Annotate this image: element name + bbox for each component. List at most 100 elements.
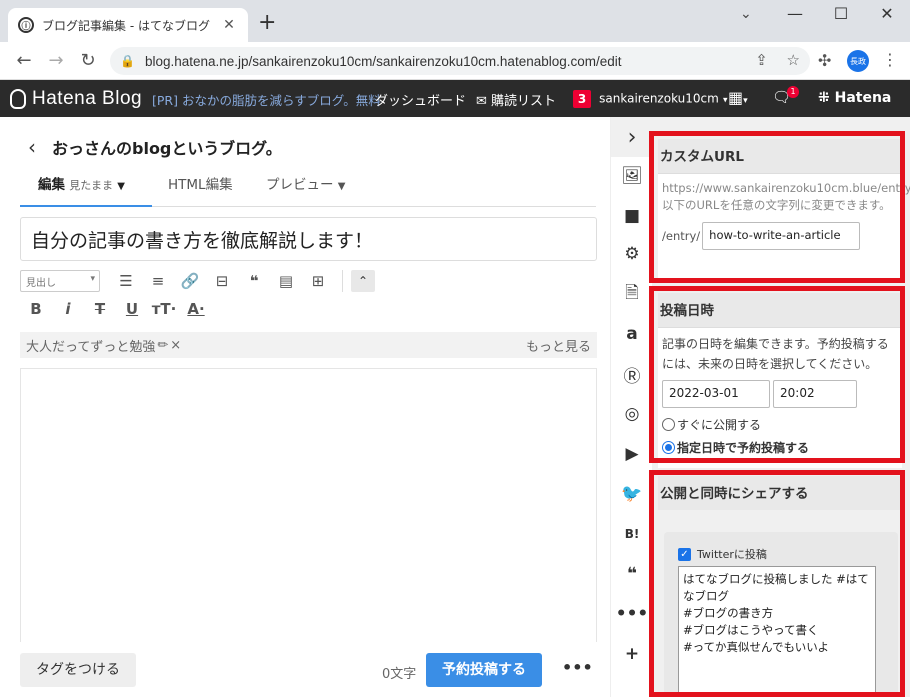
custom-url-input[interactable]: how-to-write-an-article (702, 222, 861, 250)
font-size-icon[interactable]: тT· (148, 300, 180, 318)
hatena-bulb-icon (10, 89, 26, 109)
settings-gear-icon[interactable]: ⚙ (619, 241, 645, 267)
hatena-logo[interactable]: ⁜ Hatena (818, 90, 891, 106)
apps-grid-icon[interactable]: ▦▾ (728, 88, 748, 107)
rakuten-icon[interactable]: Ⓡ (619, 361, 645, 387)
underline-icon[interactable]: U (116, 300, 148, 318)
address-bar-row: ← → ↻ 🔒 blog.hatena.ne.jp/sankairenzoku1… (0, 42, 910, 80)
tab-edit[interactable]: 編集 見たまま ▼ (20, 175, 152, 207)
quote-icon[interactable]: ❝ (238, 272, 270, 290)
back-chevron-icon[interactable]: ‹ (28, 135, 36, 159)
more-options-icon[interactable]: ••• (562, 658, 593, 677)
chevron-down-icon: ▼ (337, 181, 346, 192)
forward-arrow-icon[interactable]: → (40, 50, 72, 71)
twitter-icon[interactable]: 🐦 (619, 481, 645, 507)
radio-publish-now[interactable] (662, 418, 675, 431)
new-tab-button[interactable]: + (258, 12, 276, 34)
settings-panel: カスタムURL https://www.sankairenzoku10cm.bl… (652, 117, 910, 697)
browser-tab-title: ブログ記事編集 - はてなブログ (42, 18, 210, 33)
radio-schedule-post[interactable] (662, 441, 675, 454)
add-tags-button[interactable]: タグをつける (20, 653, 136, 687)
dismiss-icon[interactable]: × (170, 338, 181, 353)
article-body-editor[interactable] (20, 368, 597, 648)
collapse-panel-chevron-icon[interactable]: › (611, 117, 653, 157)
code-block-icon[interactable]: ⊞ (302, 272, 334, 290)
photo-icon[interactable]: 🖼 (619, 163, 645, 189)
amazon-icon[interactable]: a (619, 321, 645, 347)
document-icon[interactable]: 🗎 (619, 281, 645, 307)
back-arrow-icon[interactable]: ← (8, 50, 40, 71)
browser-tab-strip: ⓘ ブログ記事編集 - はてなブログ ✕ + ⌄ — ☐ ✕ (0, 0, 910, 42)
profile-avatar[interactable]: 長政 (847, 50, 869, 72)
reading-list-icon: ✉ (476, 94, 487, 109)
numbered-list-icon[interactable]: ≡ (142, 272, 174, 290)
entry-prefix: /entry/ (662, 229, 701, 243)
publish-now-option[interactable]: すぐに公開する (662, 416, 898, 433)
hatena-bookmark-icon[interactable]: B! (619, 521, 645, 547)
heading-select[interactable]: 見出し (20, 270, 100, 292)
bookmark-star-icon[interactable]: ☆ (787, 51, 800, 69)
italic-icon[interactable]: i (52, 300, 84, 318)
strikethrough-icon[interactable]: T (84, 300, 116, 318)
folder-icon[interactable]: ■ (619, 203, 645, 229)
schedule-post-button[interactable]: 予約投稿する (426, 653, 542, 687)
url-text[interactable]: blog.hatena.ne.jp/sankairenzoku10cm/sank… (145, 54, 622, 69)
share-icon[interactable]: ⇪ (755, 51, 768, 69)
omnibox[interactable]: 🔒 blog.hatena.ne.jp/sankairenzoku10cm/sa… (110, 47, 810, 75)
twitter-share-box: ✓ Twitterに投稿 はてなブログに投稿しました #はてなブログ #ブログの… (664, 532, 898, 697)
format-toolbar-row-2: B i T U тT· A· (20, 296, 212, 322)
hatena-blog-logo[interactable]: Hatena Blog (10, 88, 142, 110)
custom-url-section: カスタムURL https://www.sankairenzoku10cm.bl… (658, 139, 910, 279)
post-time-input[interactable]: 20:02 (773, 380, 857, 408)
text-color-icon[interactable]: A· (180, 300, 212, 318)
quote-embed-icon[interactable]: ❝ (619, 561, 645, 587)
twitter-checkbox[interactable]: ✓ (678, 547, 691, 561)
minimize-button[interactable]: — (772, 4, 818, 23)
notification-badge: 1 (787, 86, 800, 98)
schedule-post-option[interactable]: 指定日時で予約投稿する (662, 439, 898, 456)
maximize-button[interactable]: ☐ (818, 4, 864, 23)
extensions-puzzle-icon[interactable]: ✣ (818, 51, 831, 70)
chevron-down-icon: ▼ (117, 181, 125, 192)
collapse-toolbar-icon[interactable]: ⌃ (351, 270, 375, 292)
close-window-button[interactable]: ✕ (864, 4, 910, 23)
more-suggestions-link[interactable]: もっと見る (526, 336, 591, 355)
share-section: 公開と同時にシェアする ✓ Twitterに投稿 はてなブログに投稿しました #… (658, 476, 902, 697)
lock-icon[interactable]: 🔒 (120, 54, 135, 68)
table-icon[interactable]: ▤ (270, 272, 302, 290)
tweet-text-area[interactable]: はてなブログに投稿しました #はてなブログ #ブログの書き方 #ブログはこうやっ… (678, 566, 876, 697)
add-tool-icon[interactable]: + (619, 641, 645, 667)
chrome-menu-icon[interactable]: ⋮ (882, 50, 898, 69)
tab-preview[interactable]: プレビュー ▼ (266, 175, 346, 207)
instagram-icon[interactable]: ◎ (619, 401, 645, 427)
bold-icon[interactable]: B (20, 300, 52, 318)
post-date-input[interactable]: 2022-03-01 (662, 380, 770, 408)
more-break-icon[interactable]: ⊟ (206, 272, 238, 290)
twitter-checkbox-row[interactable]: ✓ Twitterに投稿 (678, 546, 888, 562)
notification-icon[interactable]: 🗨1 (772, 86, 803, 106)
post-datetime-section: 投稿日時 記事の日時を編集できます。予約投稿するには、未来の日時を選択してくださ… (658, 293, 902, 468)
link-icon[interactable]: 🔗 (174, 272, 206, 290)
bullet-list-icon[interactable]: ☰ (110, 272, 142, 290)
more-tools-icon[interactable]: ••• (616, 601, 649, 627)
chevron-down-icon: ▾ (722, 95, 728, 106)
reload-icon[interactable]: ↻ (72, 50, 104, 71)
hatena-mark-icon: ⁜ (818, 90, 830, 106)
reading-list-link[interactable]: ✉ 購読リスト (476, 90, 556, 109)
article-title-input[interactable]: 自分の記事の書き方を徹底解説します！ (20, 217, 597, 261)
suggested-keyword[interactable]: 大人だってずっと勉強 (26, 336, 155, 355)
browser-tab[interactable]: ⓘ ブログ記事編集 - はてなブログ ✕ (8, 8, 248, 42)
character-count: 0文字 (382, 667, 417, 682)
custom-url-description: https://www.sankairenzoku10cm.blue/entry… (662, 181, 910, 212)
close-tab-icon[interactable]: ✕ (220, 17, 238, 33)
dashboard-link[interactable]: ダッシュボード (375, 90, 466, 109)
pencil-icon[interactable]: ✏ (157, 338, 168, 353)
format-toolbar-row-1: 見出し ☰ ≡ 🔗 ⊟ ❝ ▤ ⊞ ⌃ (20, 268, 375, 294)
editor-area: ‹ おっさんのblogというブログ。 編集 見たまま ▼ HTML編集 プレビュ… (0, 117, 610, 697)
twitter-checkbox-label: Twitterに投稿 (697, 548, 767, 561)
pr-ad-link[interactable]: [PR] おなかの脂肪を減らすブログ。無料 (152, 90, 381, 109)
tab-html[interactable]: HTML編集 (168, 175, 233, 207)
blog-switcher[interactable]: 3 sankairenzoku10cm ▾ (573, 90, 728, 108)
youtube-icon[interactable]: ▶ (619, 441, 645, 467)
tab-search-icon[interactable]: ⌄ (740, 6, 752, 22)
